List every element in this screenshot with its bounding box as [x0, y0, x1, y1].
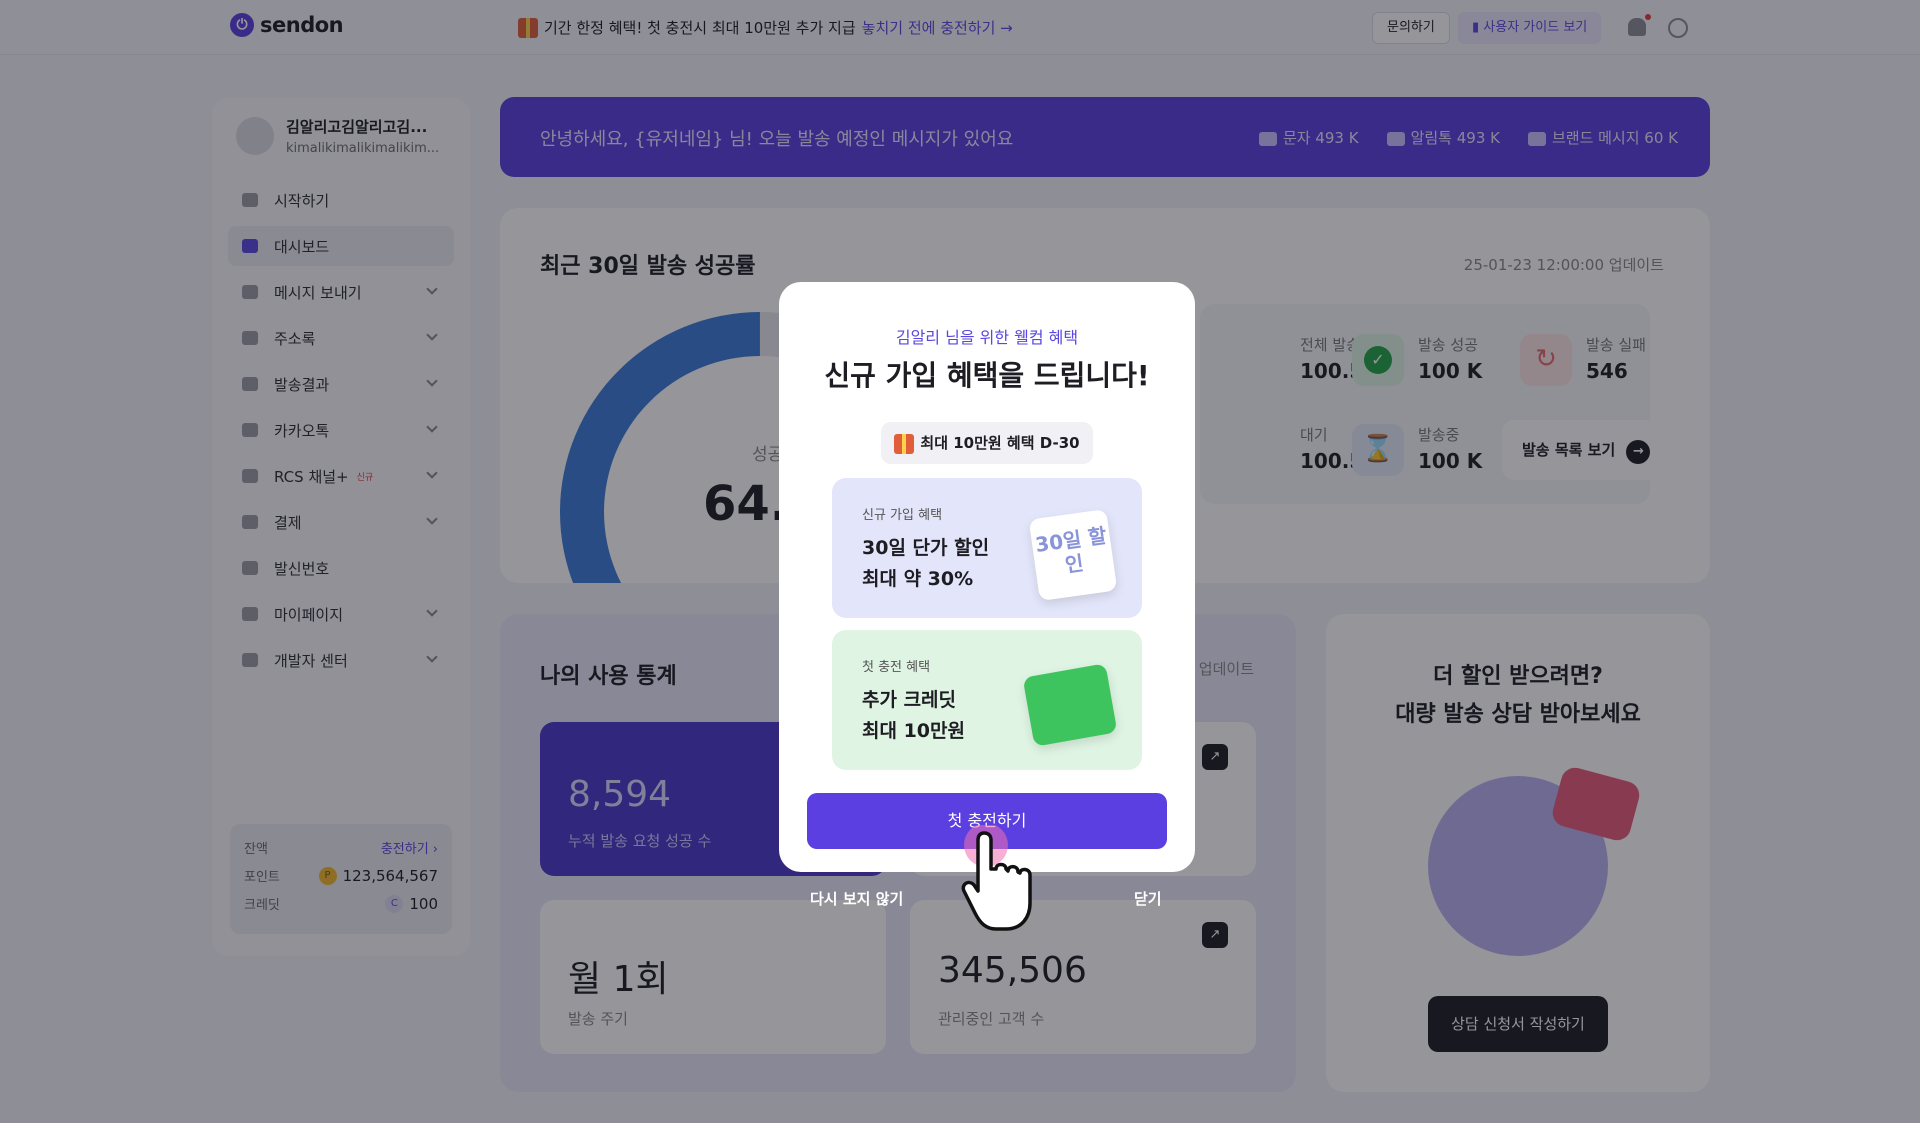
benefit-badge: 최대 10만원 혜택 D-30	[881, 422, 1093, 464]
modal-subtitle: 김알리 님을 위한 웰컴 혜택	[895, 328, 1079, 347]
calendar-icon: 30일 할인	[1028, 508, 1118, 602]
dont-show-again-button[interactable]: 다시 보지 않기	[810, 888, 903, 909]
close-button[interactable]: 닫기	[1134, 888, 1162, 909]
benefit-badge-text: 최대 10만원 혜택 D-30	[920, 434, 1080, 452]
signup-benefit-card: 신규 가입 혜택 30일 단가 할인 최대 약 30% 30일 할인	[832, 478, 1142, 618]
modal-title: 신규 가입 혜택을 드립니다!	[824, 359, 1150, 392]
first-charge-card: 첫 충전 혜택 추가 크레딧 최대 10만원	[832, 630, 1142, 770]
money-icon	[1022, 663, 1118, 747]
gift-icon	[894, 433, 915, 454]
welcome-modal: 김알리 님을 위한 웰컴 혜택 신규 가입 혜택을 드립니다! 최대 10만원 …	[779, 282, 1195, 872]
hand-cursor-icon	[961, 825, 1032, 931]
